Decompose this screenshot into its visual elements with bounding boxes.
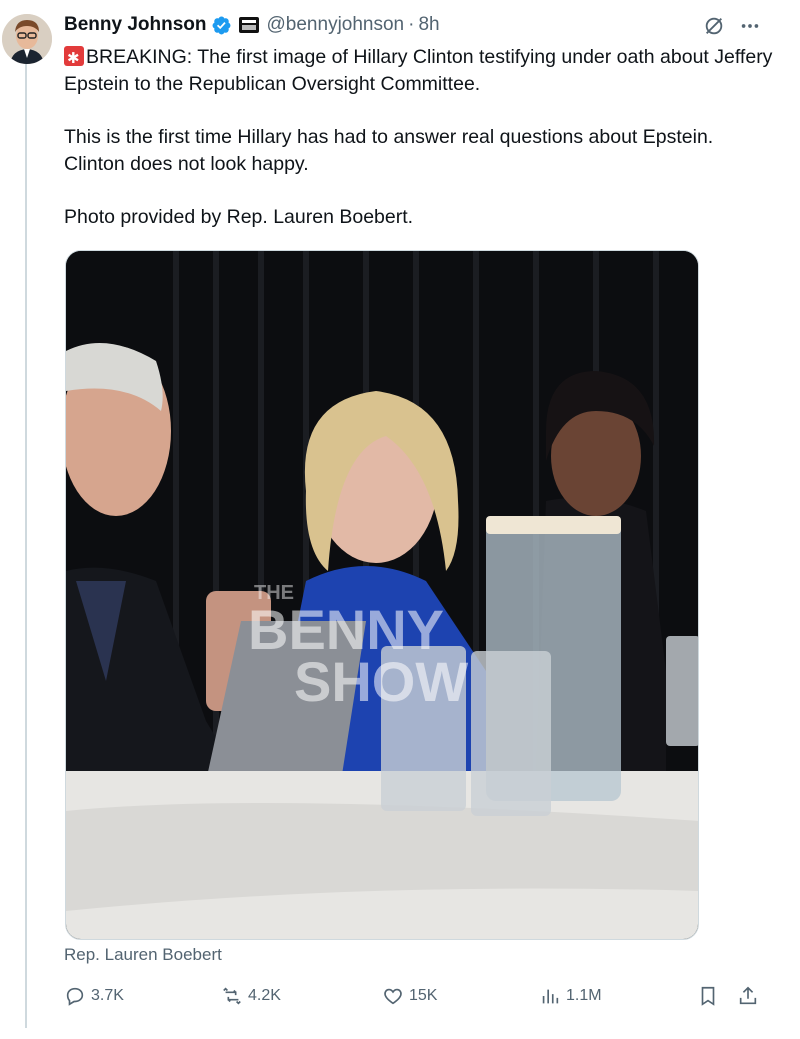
like-icon [384, 988, 402, 1005]
affiliate-badge-icon[interactable] [238, 17, 259, 33]
author-handle[interactable]: @bennyjohnson [267, 14, 405, 36]
like-button[interactable]: 15K [382, 985, 437, 1007]
more-icon[interactable] [738, 15, 762, 37]
repost-icon [223, 987, 241, 1005]
photo-caption: Rep. Lauren Boebert [64, 945, 222, 964]
share-icon [739, 986, 757, 1005]
grok-icon[interactable] [703, 15, 725, 37]
tweet-paragraph-2: This is the first time Hillary has had t… [64, 126, 714, 175]
timestamp[interactable]: 8h [418, 14, 439, 36]
views-icon [542, 989, 559, 1004]
share-button[interactable] [737, 985, 759, 1007]
views-button[interactable]: 1.1M [539, 985, 602, 1007]
views-count: 1.1M [566, 987, 602, 1004]
bookmark-icon [701, 986, 715, 1006]
like-count: 15K [409, 987, 438, 1004]
repost-count: 4.2K [248, 987, 281, 1004]
verified-badge-icon[interactable] [211, 15, 232, 36]
bookmark-button[interactable] [697, 985, 719, 1007]
tweet-header: Benny Johnson @bennyjohnson · 8h [64, 13, 440, 37]
siren-emoji-icon [64, 45, 84, 72]
watermark-line2: SHOW [294, 650, 468, 713]
tweet-text: BREAKING: The first image of Hillary Cli… [64, 44, 774, 231]
avatar[interactable] [2, 14, 52, 64]
tweet-paragraph-1-text: BREAKING: The first image of Hillary Cli… [64, 46, 773, 95]
display-name[interactable]: Benny Johnson [64, 14, 207, 36]
thread-line [25, 62, 27, 1028]
tweet-paragraph-3: Photo provided by Rep. Lauren Boebert. [64, 206, 414, 228]
tweet-photo[interactable]: THE BENNY SHOW [65, 250, 699, 940]
action-bar: 3.7K 4.2K 15K 1.1M [64, 985, 764, 1011]
reply-button[interactable]: 3.7K [64, 985, 124, 1007]
tweet-paragraph-1: BREAKING: The first image of Hillary Cli… [64, 44, 774, 98]
repost-button[interactable]: 4.2K [221, 985, 281, 1007]
reply-icon [66, 987, 84, 1006]
separator-dot: · [408, 14, 415, 35]
reply-count: 3.7K [91, 987, 124, 1004]
